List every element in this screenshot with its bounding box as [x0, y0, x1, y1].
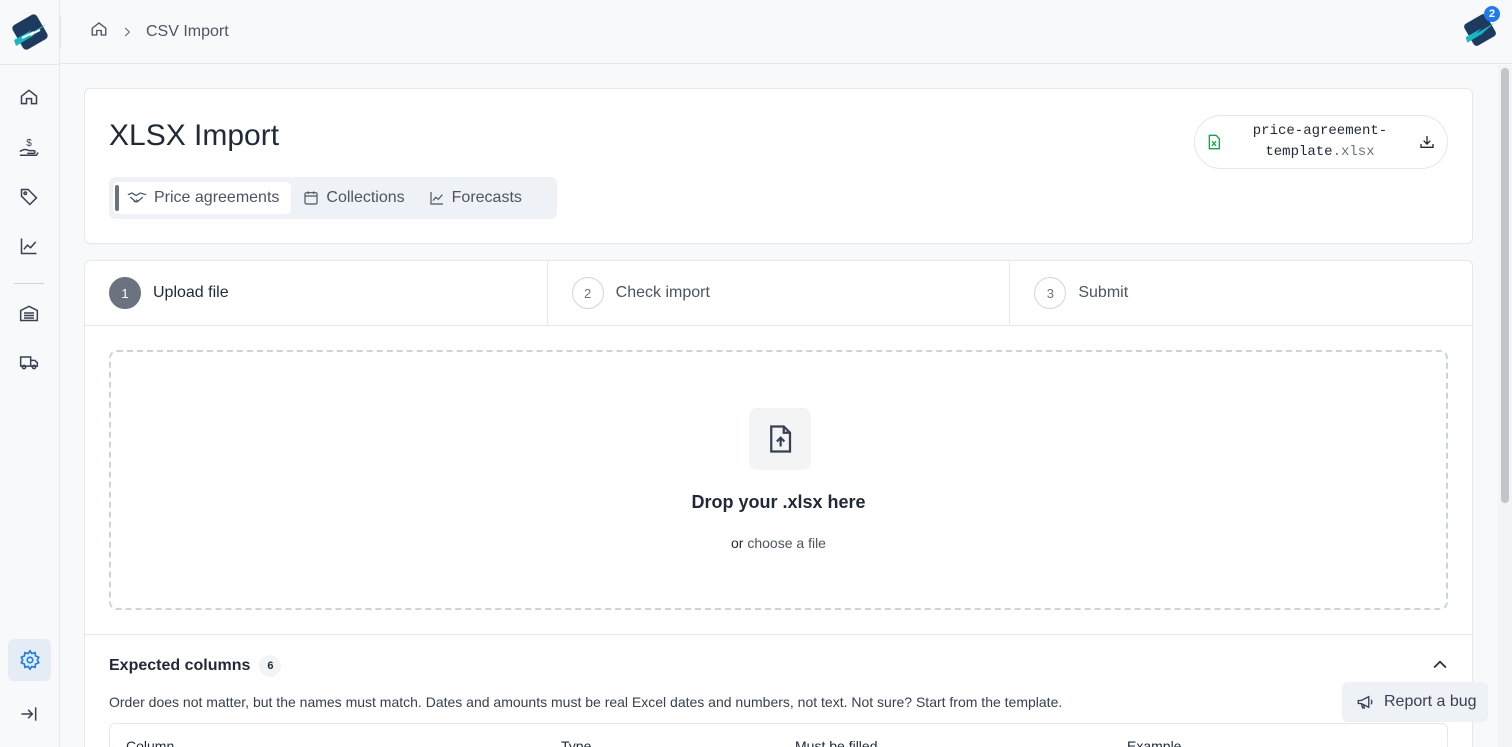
breadcrumb-home[interactable]	[90, 20, 108, 43]
step-upload-file[interactable]: 1 Upload file	[85, 261, 548, 325]
upload-file-icon	[749, 408, 811, 470]
dropzone-title: Drop your .xlsx here	[691, 492, 866, 512]
excel-file-icon	[1208, 134, 1220, 150]
step-number: 3	[1034, 277, 1067, 309]
page-title: XLSX Import	[109, 119, 280, 152]
top-header: CSV Import 2	[60, 0, 1512, 64]
scrollbar-thumb[interactable]	[1501, 68, 1509, 503]
user-avatar[interactable]: 2	[1462, 6, 1500, 50]
download-icon	[1420, 136, 1434, 148]
stepper: 1 Upload file 2 Check import 3 Submit	[85, 261, 1472, 326]
step-submit[interactable]: 3 Submit	[1010, 261, 1472, 325]
download-template-button[interactable]: price-agreement- template.xlsx	[1194, 115, 1448, 169]
report-bug-button[interactable]: Report a bug	[1342, 682, 1488, 722]
tab-label: Forecasts	[451, 189, 522, 206]
gear-icon	[19, 649, 40, 671]
header-divider	[60, 16, 61, 48]
file-dropzone[interactable]: Drop your .xlsx here or choose a file	[109, 350, 1448, 610]
arrow-right-bar-icon	[21, 707, 37, 721]
sidebar: $	[0, 0, 60, 747]
step-label: Upload file	[153, 284, 229, 301]
chevron-right-icon	[124, 27, 131, 36]
column-header: Example	[1127, 738, 1182, 747]
expected-columns-title: Expected columns	[109, 657, 251, 674]
sidebar-item-tags[interactable]	[14, 182, 44, 212]
import-header-card: XLSX Import Price agreements Collections…	[84, 88, 1473, 244]
sidebar-item-warehouse[interactable]	[14, 298, 44, 328]
handshake-icon	[127, 192, 147, 203]
warehouse-icon	[19, 305, 39, 322]
expected-columns-table: Column Type Must be filled Example	[109, 723, 1448, 747]
expected-columns-section: Expected columns 6 Order does not matter…	[85, 634, 1472, 747]
sidebar-item-pricing[interactable]: $	[14, 132, 44, 162]
svg-text:$: $	[26, 138, 32, 149]
import-type-tabs: Price agreements Collections Forecasts	[109, 177, 557, 219]
tab-collections[interactable]: Collections	[291, 182, 416, 214]
choose-file-link[interactable]: choose a file	[747, 535, 826, 551]
step-label: Submit	[1078, 284, 1129, 301]
column-header: Must be filled	[795, 738, 878, 747]
sidebar-item-delivery[interactable]	[14, 347, 44, 377]
tab-forecasts[interactable]: Forecasts	[417, 182, 534, 214]
template-filename: price-agreement- template.xlsx	[1252, 123, 1388, 160]
expected-columns-toggle[interactable]: Expected columns 6	[109, 655, 282, 677]
expected-columns-description: Order does not matter, but the names mus…	[109, 694, 1063, 710]
breadcrumb: CSV Import	[90, 20, 229, 43]
calendar-icon	[304, 191, 318, 205]
report-bug-label: Report a bug	[1384, 693, 1477, 710]
sidebar-separator	[14, 283, 44, 284]
column-header: Column	[126, 738, 175, 747]
columns-count-badge: 6	[259, 655, 282, 677]
step-number: 2	[571, 277, 604, 309]
home-icon	[20, 89, 38, 105]
chevron-up-icon[interactable]	[1430, 655, 1450, 675]
import-wizard-card: 1 Upload file 2 Check import 3 Submit Dr…	[84, 260, 1473, 747]
main-content: XLSX Import Price agreements Collections…	[60, 65, 1498, 747]
breadcrumb-current: CSV Import	[146, 22, 229, 40]
column-header: Type	[561, 738, 592, 747]
chart-line-icon	[430, 192, 443, 205]
tab-price-agreements[interactable]: Price agreements	[113, 182, 292, 214]
tab-label: Price agreements	[154, 189, 280, 206]
app-logo[interactable]	[10, 10, 50, 54]
tab-label: Collections	[326, 189, 405, 206]
dropzone-subtitle: or choose a file	[731, 535, 826, 551]
step-label: Check import	[615, 284, 710, 301]
sidebar-item-analytics[interactable]	[14, 231, 44, 261]
sidebar-collapse-button[interactable]	[14, 699, 44, 729]
step-number: 1	[109, 277, 141, 309]
tag-icon	[20, 188, 38, 206]
hand-coin-icon: $	[19, 138, 39, 156]
home-icon	[91, 22, 107, 36]
megaphone-icon	[1357, 695, 1373, 709]
chart-line-icon	[20, 238, 37, 255]
sidebar-item-settings[interactable]	[8, 639, 51, 681]
sidebar-item-home[interactable]	[14, 82, 44, 112]
sidebar-divider	[0, 64, 60, 65]
step-check-import[interactable]: 2 Check import	[548, 261, 1011, 325]
notification-badge: 2	[1484, 6, 1500, 22]
truck-icon	[19, 356, 39, 370]
